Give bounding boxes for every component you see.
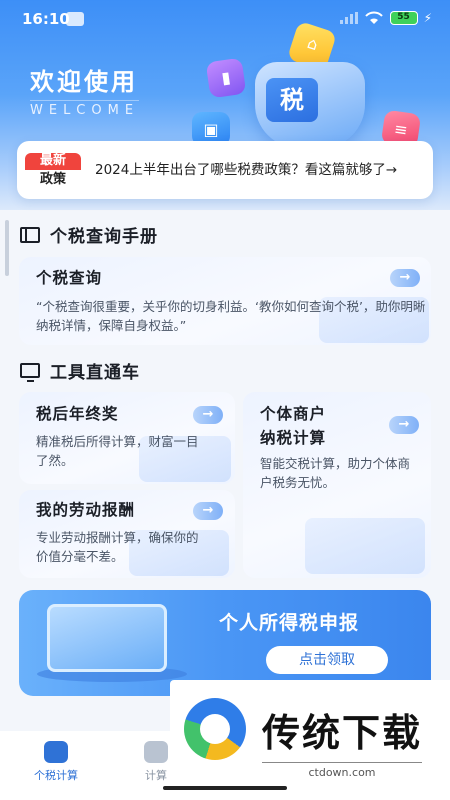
- book-icon: [20, 226, 40, 243]
- badge-top-label: 最新: [25, 152, 81, 170]
- annual-bonus-title: 税后年终奖: [36, 405, 119, 423]
- chart-cube-icon: ▮: [205, 57, 247, 99]
- latest-policy-badge: 最新 政策: [25, 152, 81, 188]
- charging-bolt-icon: ⚡: [423, 11, 432, 25]
- arrow-right-icon[interactable]: →: [389, 416, 419, 434]
- watermark-brand: 传统下载: [262, 711, 423, 755]
- claim-button[interactable]: 点击领取: [266, 646, 388, 674]
- arrow-right-icon[interactable]: →: [390, 269, 420, 287]
- business-tax-title-line1: 个体商户: [260, 405, 327, 423]
- scroll-indicator: [5, 220, 9, 276]
- annual-bonus-card[interactable]: 税后年终奖 → 精准税后所得计算，财富一目了然。: [19, 392, 235, 484]
- home-indicator: [163, 786, 287, 790]
- tools-section-title: 工具直通车: [50, 363, 140, 383]
- monitor-icon: [20, 363, 40, 382]
- signal-icon: [339, 12, 358, 24]
- calculator-icon: [44, 741, 68, 763]
- watermark-logo-icon: [184, 698, 246, 760]
- wifi-icon: [364, 11, 383, 24]
- calc-tool-icon: [144, 741, 168, 763]
- arrow-right-icon[interactable]: →: [193, 502, 223, 520]
- business-tax-card[interactable]: 个体商户 纳税计算 → 智能交税计算，助力个体商户税务无忧。: [243, 392, 431, 578]
- tools-section-header: 工具直通车: [20, 358, 140, 383]
- banner-title: 个人所得税申报: [219, 612, 360, 634]
- welcome-title: 欢迎使用: [30, 68, 138, 96]
- tax-query-title: 个税查询: [36, 269, 103, 287]
- news-headline[interactable]: 2024上半年出台了哪些税费政策？看这篇就够了→: [95, 160, 415, 181]
- business-tax-title-line2: 纳税计算: [260, 429, 327, 447]
- nav-item-tax-calc[interactable]: 个税计算: [21, 741, 91, 783]
- status-right: 55 ⚡: [339, 11, 432, 25]
- news-card[interactable]: 最新 政策 2024上半年出台了哪些税费政策？看这篇就够了→: [17, 141, 433, 199]
- status-bar: 16:10 55 ⚡: [0, 0, 450, 36]
- watermark: 传统下载 ctdown.com: [170, 680, 450, 800]
- tax-query-card[interactable]: 个税查询 → “个税查询很重要，关乎你的切身利益。‘教你如何查询个税’，助你明晰…: [19, 257, 431, 345]
- nav-label: 个税计算: [34, 769, 78, 782]
- labor-pay-desc: 专业劳动报酬计算，确保你的价值分毫不差。: [36, 530, 199, 564]
- welcome-subtitle: WELCOME: [30, 100, 140, 118]
- wrench-icon: [66, 12, 84, 26]
- arrow-right-icon[interactable]: →: [193, 406, 223, 424]
- tax-query-desc: “个税查询很重要，关乎你的切身利益。‘教你如何查询个税’，助你明晰纳税详情，保障…: [36, 299, 426, 333]
- battery-icon: 55: [389, 11, 418, 25]
- handbook-section-header: 个税查询手册: [20, 222, 158, 247]
- watermark-url: ctdown.com: [262, 762, 422, 779]
- badge-bottom-label: 政策: [39, 171, 66, 187]
- labor-pay-card[interactable]: 我的劳动报酬 → 专业劳动报酬计算，确保你的价值分毫不差。: [19, 490, 235, 578]
- tax-badge: 税: [266, 78, 318, 122]
- handbook-section-title: 个税查询手册: [50, 227, 158, 247]
- status-time: 16:10: [22, 10, 70, 28]
- business-tax-desc: 智能交税计算，助力个体商户税务无忧。: [260, 456, 411, 490]
- annual-bonus-desc: 精准税后所得计算，财富一目了然。: [36, 434, 199, 468]
- labor-pay-title: 我的劳动报酬: [36, 501, 136, 519]
- computer-illustration: [47, 604, 167, 672]
- bar-chart-illustration: [305, 518, 425, 574]
